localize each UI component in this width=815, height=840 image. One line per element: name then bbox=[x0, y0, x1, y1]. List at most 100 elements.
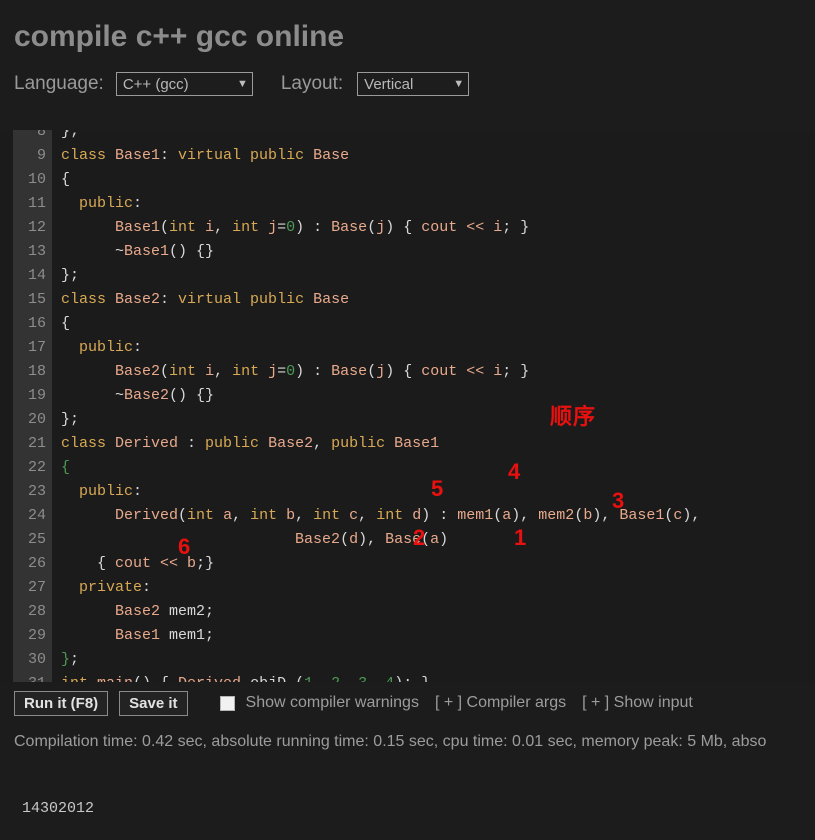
line-number: 23 bbox=[13, 480, 52, 504]
line-number: 28 bbox=[13, 600, 52, 624]
code-line: 13 ~Base1() {} bbox=[0, 240, 815, 264]
code-token: () {} bbox=[169, 387, 215, 404]
code-token: ) : bbox=[295, 219, 332, 236]
code-text: Base2(int i, int j=0) : Base(j) { cout <… bbox=[52, 360, 529, 384]
code-token: Base2 bbox=[115, 291, 161, 308]
line-number: 30 bbox=[13, 648, 52, 672]
run-button[interactable]: Run it (F8) bbox=[14, 690, 109, 716]
code-token: objD ( bbox=[241, 675, 304, 682]
code-token: c bbox=[349, 507, 359, 524]
code-token: mem2 bbox=[538, 507, 575, 524]
compiler-args-toggle[interactable]: [ + ] Compiler args bbox=[435, 694, 566, 712]
code-line: 18 Base2(int i, int j=0) : Base(j) { cou… bbox=[0, 360, 815, 384]
line-number: 24 bbox=[13, 504, 52, 528]
line-number: 16 bbox=[13, 312, 52, 336]
code-token: << bbox=[457, 219, 494, 236]
code-token: }; bbox=[61, 411, 80, 428]
line-number: 26 bbox=[13, 552, 52, 576]
code-token: ) bbox=[439, 531, 449, 548]
code-text: }; bbox=[52, 648, 79, 672]
show-compiler-warnings-checkbox[interactable] bbox=[219, 695, 235, 711]
code-token: Base bbox=[313, 291, 350, 308]
layout-select[interactable]: Vertical ▼ bbox=[357, 72, 470, 96]
code-token: 3 bbox=[358, 675, 367, 682]
line-number: 17 bbox=[13, 336, 52, 360]
code-token: ) : bbox=[295, 363, 332, 380]
language-select[interactable]: C++ (gcc) ▼ bbox=[115, 72, 253, 96]
code-token: : bbox=[142, 579, 152, 596]
code-token: i bbox=[205, 363, 215, 380]
line-number: 15 bbox=[13, 288, 52, 312]
code-token: a bbox=[502, 507, 512, 524]
code-token: ; bbox=[205, 627, 215, 644]
code-token: : bbox=[133, 483, 143, 500]
code-token: () { bbox=[133, 675, 178, 682]
code-line: 12 Base1(int i, int j=0) : Base(j) { cou… bbox=[0, 216, 815, 240]
code-token: 0 bbox=[286, 219, 296, 236]
code-text: class Base1: virtual public Base bbox=[52, 144, 349, 168]
line-number: 8 bbox=[13, 130, 52, 144]
code-token: = bbox=[277, 363, 287, 380]
code-line: 17 public: bbox=[0, 336, 815, 360]
code-token: int bbox=[169, 363, 206, 380]
code-token: j bbox=[376, 219, 386, 236]
code-text: public: bbox=[52, 336, 142, 360]
code-token: j bbox=[268, 219, 278, 236]
code-token: ), bbox=[682, 507, 701, 524]
code-line: 8}; bbox=[0, 130, 815, 144]
code-token: : bbox=[160, 291, 179, 308]
code-token: << bbox=[457, 363, 494, 380]
code-token: class bbox=[61, 147, 116, 164]
code-token: Base2 bbox=[268, 435, 314, 452]
code-text: Base2 mem2; bbox=[52, 600, 214, 624]
code-token: main bbox=[97, 675, 133, 682]
annotation-number: 1 bbox=[514, 525, 527, 550]
code-token: Base2 bbox=[115, 363, 161, 380]
code-token: 1 bbox=[304, 675, 313, 682]
code-token: int bbox=[61, 675, 97, 682]
settings-row: Language: C++ (gcc) ▼ Layout: Vertical ▼ bbox=[14, 70, 815, 98]
line-number: 10 bbox=[13, 168, 52, 192]
code-token: , bbox=[214, 363, 233, 380]
code-token: { bbox=[61, 459, 71, 476]
code-token: 4 bbox=[385, 675, 394, 682]
code-token: Base2 bbox=[295, 531, 341, 548]
code-token: ), bbox=[511, 507, 539, 524]
code-token: mem1 bbox=[457, 507, 494, 524]
code-token: Base bbox=[313, 147, 350, 164]
code-token: ( bbox=[160, 363, 170, 380]
page-title: compile c++ gcc online bbox=[14, 20, 345, 53]
code-token: Base1 bbox=[115, 627, 161, 644]
code-token: ( bbox=[574, 507, 584, 524]
save-button[interactable]: Save it bbox=[119, 690, 188, 716]
code-text: Base2(d), Base(a) bbox=[52, 528, 448, 552]
code-token: , bbox=[313, 675, 331, 682]
code-text: Base1 mem1; bbox=[52, 624, 214, 648]
code-token: 2 bbox=[331, 675, 340, 682]
code-text: Base1(int i, int j=0) : Base(j) { cout <… bbox=[52, 216, 529, 240]
code-token: : bbox=[178, 435, 206, 452]
code-token: : bbox=[160, 147, 179, 164]
code-token: , bbox=[232, 507, 251, 524]
code-line: 10 { bbox=[0, 168, 815, 192]
code-line: 29 Base1 mem1; bbox=[0, 624, 815, 648]
code-token: ( bbox=[367, 219, 377, 236]
annotation-number: 6 bbox=[178, 534, 191, 559]
code-token: virtual public bbox=[178, 147, 314, 164]
language-label: Language: bbox=[14, 73, 104, 94]
code-token: ;} bbox=[196, 555, 215, 572]
code-text: Derived(int a, int b, int c, int d) : me… bbox=[52, 504, 700, 528]
program-output-text: 14302012 bbox=[22, 800, 95, 817]
annotation-order-label: 顺序 bbox=[550, 404, 597, 429]
code-text: public: bbox=[52, 480, 142, 504]
show-input-toggle[interactable]: [ + ] Show input bbox=[582, 694, 693, 712]
line-number: 20 bbox=[13, 408, 52, 432]
code-editor[interactable]: 8}; 9 class Base1: virtual public Base 10{1… bbox=[0, 130, 815, 682]
code-token: class bbox=[61, 291, 116, 308]
annotation-number: 3 bbox=[612, 488, 625, 513]
code-token: Base1 bbox=[394, 435, 440, 452]
code-token: : bbox=[133, 195, 143, 212]
